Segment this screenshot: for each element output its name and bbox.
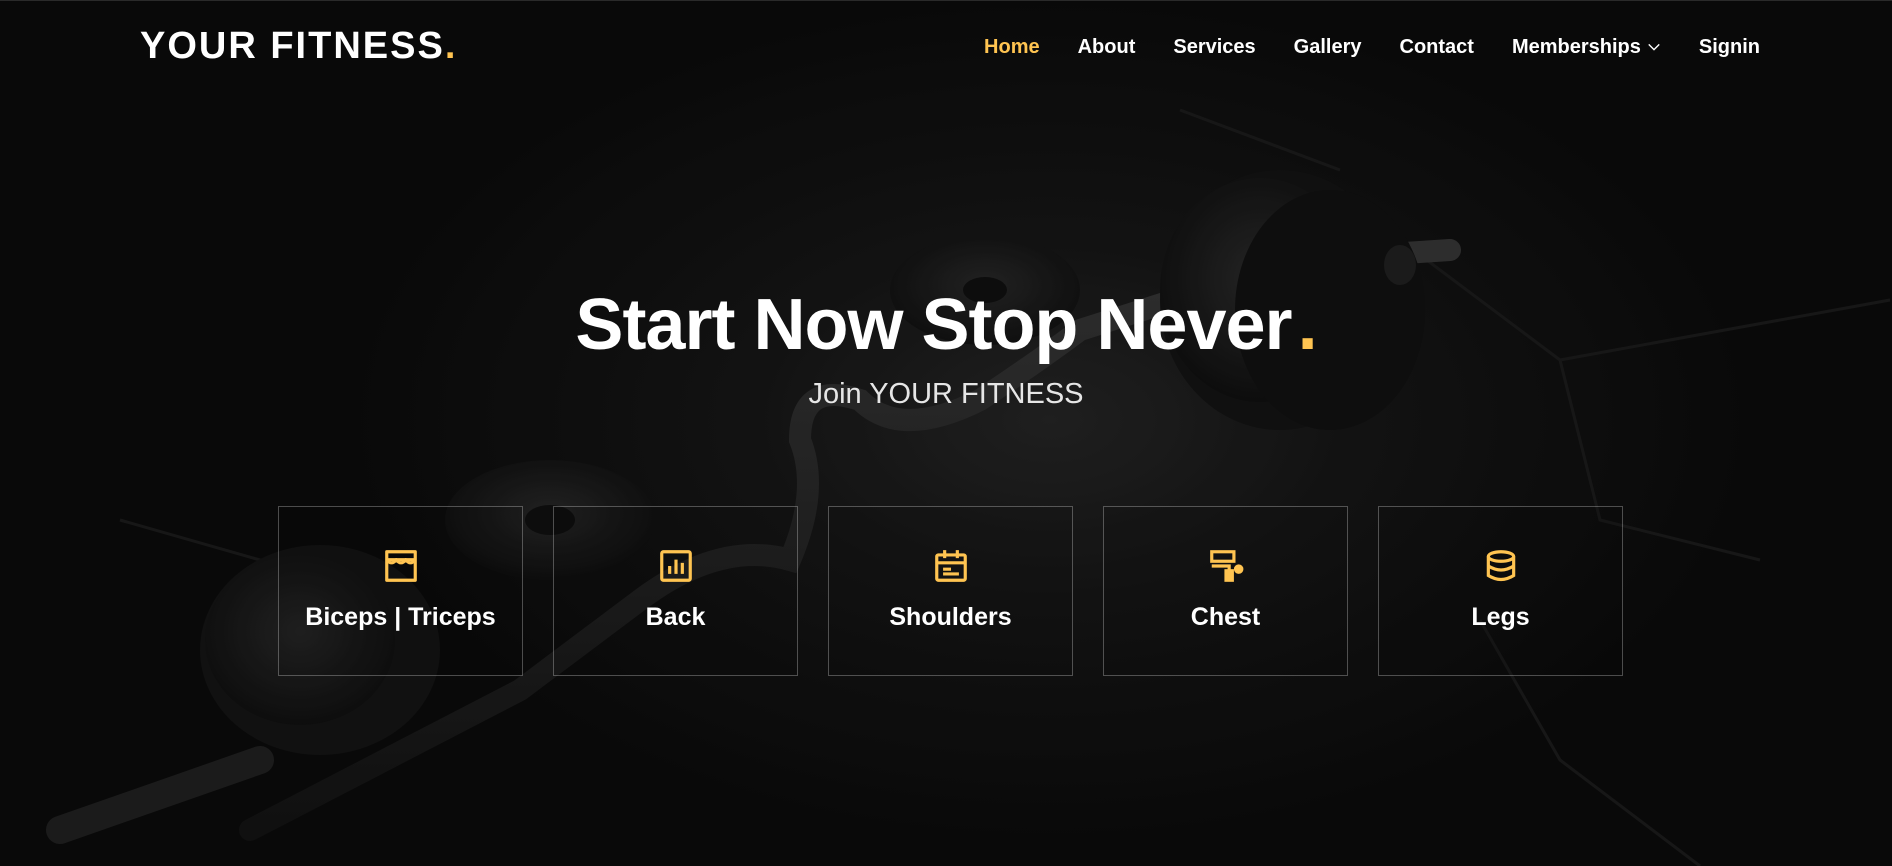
store-icon bbox=[384, 550, 417, 582]
nav-memberships-label: Memberships bbox=[1511, 36, 1641, 58]
chevron-down-icon bbox=[1648, 43, 1660, 51]
nav-home[interactable]: Home bbox=[984, 31, 1040, 63]
main-nav: Home About Services Gallery Contact Memb… bbox=[946, 31, 1760, 63]
hero-subtitle: Join YOUR FITNESS bbox=[808, 378, 1084, 410]
nav-contact[interactable]: Contact bbox=[1400, 31, 1474, 63]
box-back[interactable]: Back bbox=[553, 506, 798, 676]
box-label: Legs bbox=[1471, 603, 1530, 631]
nav-signin[interactable]: Signin bbox=[1699, 31, 1760, 63]
nav-services-label: Services bbox=[1173, 36, 1256, 58]
nav-gallery-label: Gallery bbox=[1293, 36, 1362, 58]
brand-logo[interactable]: YOUR FITNESS. bbox=[140, 25, 457, 68]
paint-roller-icon bbox=[1209, 550, 1243, 582]
nav-contact-label: Contact bbox=[1399, 36, 1474, 58]
hero-title-dot: . bbox=[1297, 285, 1318, 365]
calendar-icon bbox=[934, 550, 967, 582]
nav-about-label: About bbox=[1077, 36, 1136, 58]
box-label: Shoulders bbox=[889, 603, 1012, 631]
muscle-group-boxes: Biceps | Triceps Back Shoulders Chest Le… bbox=[278, 506, 1623, 676]
hero-title-text: Start Now Stop Never bbox=[575, 285, 1292, 365]
database-icon bbox=[1486, 550, 1515, 582]
box-label: Biceps | Triceps bbox=[305, 603, 496, 631]
nav-gallery[interactable]: Gallery bbox=[1294, 31, 1362, 63]
nav-signin-label: Signin bbox=[1698, 36, 1760, 58]
box-chest[interactable]: Chest bbox=[1103, 506, 1348, 676]
hero-overlay bbox=[0, 0, 1892, 866]
bar-chart-icon bbox=[659, 550, 692, 582]
nav-services[interactable]: Services bbox=[1173, 31, 1255, 63]
nav-memberships[interactable]: Memberships bbox=[1512, 31, 1661, 63]
site-header: YOUR FITNESS. Home About Services Galler… bbox=[0, 0, 1892, 92]
box-biceps-triceps[interactable]: Biceps | Triceps bbox=[278, 506, 523, 676]
box-shoulders[interactable]: Shoulders bbox=[828, 506, 1073, 676]
box-legs[interactable]: Legs bbox=[1378, 506, 1623, 676]
box-label: Back bbox=[645, 603, 706, 631]
hero-section: YOUR FITNESS. Home About Services Galler… bbox=[0, 0, 1892, 866]
hero-title: Start Now Stop Never. bbox=[0, 284, 1892, 366]
box-label: Chest bbox=[1190, 603, 1261, 631]
brand-dot: . bbox=[444, 25, 458, 67]
nav-home-label: Home bbox=[984, 36, 1040, 58]
brand-name: YOUR FITNESS bbox=[140, 25, 445, 67]
nav-about[interactable]: About bbox=[1078, 31, 1136, 63]
